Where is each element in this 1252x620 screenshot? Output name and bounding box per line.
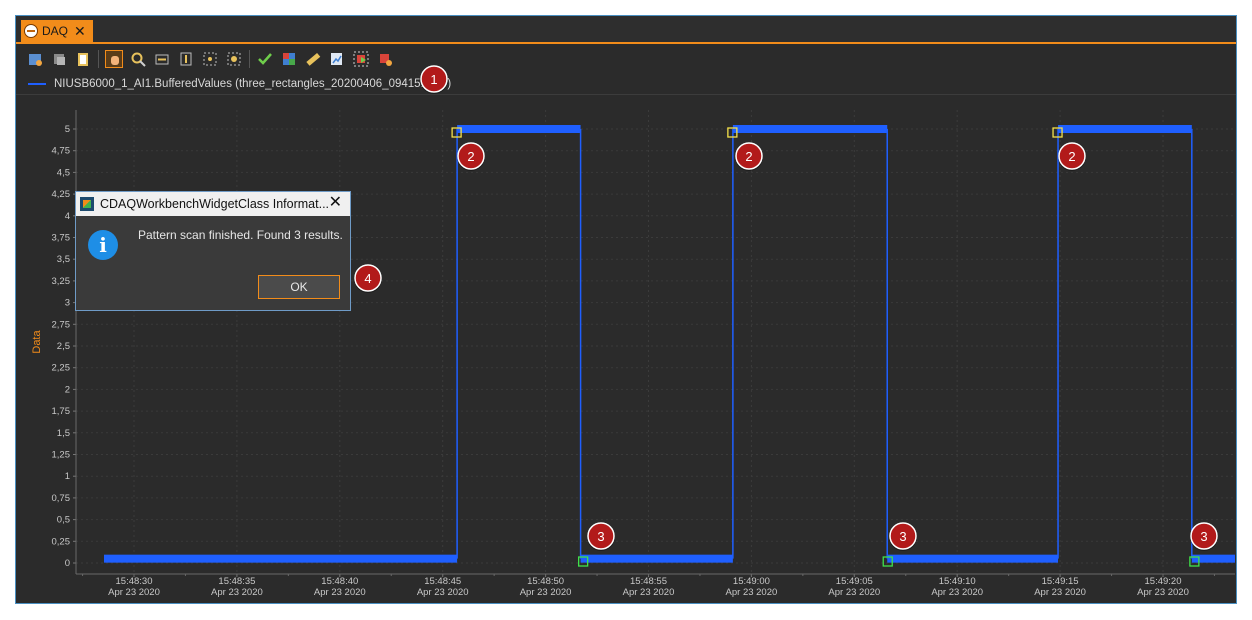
x-tick-date: Apr 23 2020 <box>1137 587 1189 598</box>
signal-band <box>887 554 1059 563</box>
y-tick-label: 2,5 <box>57 341 70 352</box>
x-tick-label: 15:48:40 <box>321 576 358 587</box>
y-tick-label: 4,5 <box>57 167 70 178</box>
ok-button[interactable]: OK <box>258 275 340 299</box>
y-tick-label: 3 <box>65 298 70 309</box>
dialog-title: CDAQWorkbenchWidgetClass Informat... <box>100 197 330 211</box>
x-tick-label: 15:48:30 <box>116 576 153 587</box>
close-icon[interactable]: ✕ <box>329 195 342 211</box>
x-tick-date: Apr 23 2020 <box>314 587 366 598</box>
dialog-titlebar[interactable]: CDAQWorkbenchWidgetClass Informat... ✕ <box>76 192 350 216</box>
x-tick-date: Apr 23 2020 <box>108 587 160 598</box>
x-tick-date: Apr 23 2020 <box>520 587 572 598</box>
x-tick-date: Apr 23 2020 <box>828 587 880 598</box>
x-tick-label: 15:48:55 <box>630 576 667 587</box>
y-tick-label: 2,25 <box>52 363 71 374</box>
app-icon <box>80 197 94 211</box>
y-tick-label: 1,25 <box>52 450 71 461</box>
signal-band <box>732 125 888 133</box>
y-tick-label: 0,75 <box>52 493 71 504</box>
plot-area <box>76 110 1235 574</box>
x-tick-label: 15:49:00 <box>733 576 770 587</box>
y-tick-label: 2,75 <box>52 319 71 330</box>
y-tick-label: 2 <box>65 384 70 395</box>
y-tick-label: 4,75 <box>52 146 71 157</box>
x-tick-label: 15:48:45 <box>424 576 461 587</box>
x-tick-date: Apr 23 2020 <box>931 587 983 598</box>
y-tick-label: 1,5 <box>57 428 70 439</box>
x-tick-label: 15:49:05 <box>836 576 873 587</box>
y-tick-label: 1,75 <box>52 406 71 417</box>
y-tick-label: 3,5 <box>57 254 70 265</box>
info-dialog: CDAQWorkbenchWidgetClass Informat... ✕ i… <box>75 191 351 311</box>
signal-band <box>457 125 581 133</box>
y-tick-label: 0 <box>65 558 70 569</box>
x-tick-date: Apr 23 2020 <box>1034 587 1086 598</box>
x-tick-label: 15:49:10 <box>939 576 976 587</box>
y-tick-label: 1 <box>65 471 70 482</box>
x-tick-date: Apr 23 2020 <box>417 587 469 598</box>
y-tick-label: 4,25 <box>52 189 71 200</box>
y-tick-label: 3,75 <box>52 233 71 244</box>
y-tick-label: 5 <box>65 124 70 135</box>
x-tick-label: 15:48:50 <box>527 576 564 587</box>
x-tick-date: Apr 23 2020 <box>623 587 675 598</box>
y-tick-label: 3,25 <box>52 276 71 287</box>
x-tick-date: Apr 23 2020 <box>211 587 263 598</box>
y-axis-label: Data <box>31 330 43 354</box>
x-tick-date: Apr 23 2020 <box>726 587 778 598</box>
signal-band <box>104 554 458 563</box>
signal-band <box>1058 125 1192 133</box>
signal-band <box>580 554 733 563</box>
y-tick-label: 0,5 <box>57 515 70 526</box>
x-tick-label: 15:49:15 <box>1042 576 1079 587</box>
dialog-message: Pattern scan finished. Found 3 results. <box>138 228 343 242</box>
y-tick-label: 4 <box>65 211 70 222</box>
y-tick-label: 0,25 <box>52 536 71 547</box>
x-tick-label: 15:49:20 <box>1145 576 1182 587</box>
info-icon: i <box>88 230 118 260</box>
x-tick-label: 15:48:35 <box>218 576 255 587</box>
